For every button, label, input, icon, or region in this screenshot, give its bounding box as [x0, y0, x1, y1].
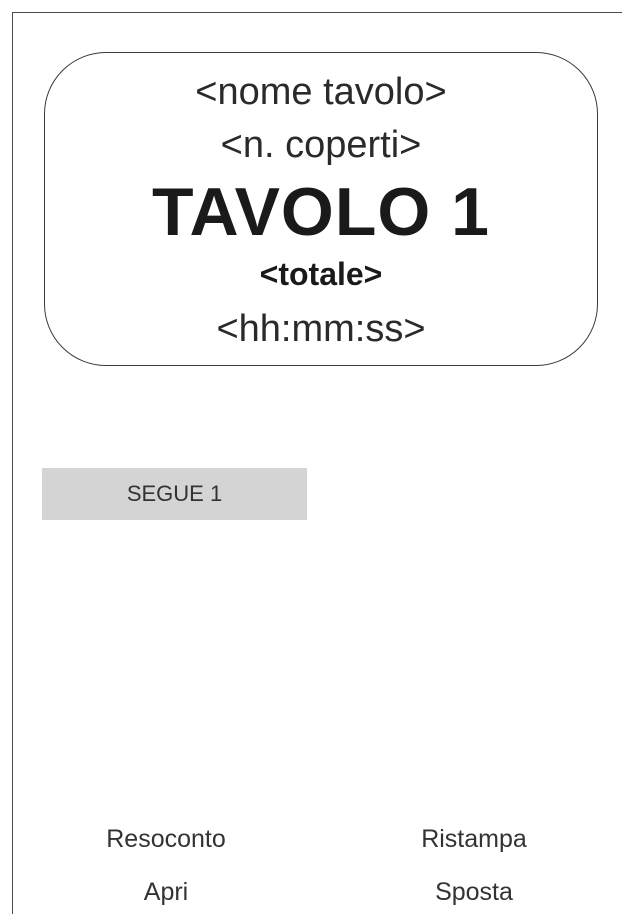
covers-placeholder: <n. coperti> — [220, 124, 422, 166]
table-card[interactable]: <nome tavolo> <n. coperti> TAVOLO 1 <tot… — [44, 52, 598, 366]
elapsed-time-placeholder: <hh:mm:ss> — [216, 308, 426, 350]
sposta-button[interactable]: Sposta — [383, 878, 565, 907]
table-title: TAVOLO 1 — [152, 174, 490, 250]
ristampa-button[interactable]: Ristampa — [383, 825, 565, 854]
table-name-placeholder: <nome tavolo> — [195, 71, 447, 113]
segue-button[interactable]: SEGUE 1 — [42, 468, 307, 520]
apri-button[interactable]: Apri — [75, 878, 257, 907]
total-placeholder: <totale> — [259, 256, 383, 292]
resoconto-button[interactable]: Resoconto — [75, 825, 257, 854]
